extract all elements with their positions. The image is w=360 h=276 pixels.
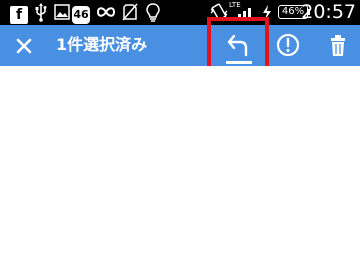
status-bar: f 46 LTE 46% 20:57: [0, 0, 360, 25]
trash-icon: [331, 35, 345, 56]
report-button[interactable]: [268, 25, 308, 66]
selection-count-title: 1件選択済み: [56, 35, 148, 54]
vibrate-icon: [210, 3, 228, 21]
bulb-icon: [146, 3, 160, 22]
action-bar: 1件選択済み: [0, 25, 360, 66]
content-area: [0, 66, 360, 276]
status-bar-right: LTE 46% 20:57: [210, 0, 360, 25]
reply-button[interactable]: [219, 25, 259, 66]
no-sim-icon: [122, 3, 138, 21]
reply-icon: [227, 34, 248, 57]
delete-button[interactable]: [318, 25, 358, 66]
charging-icon: [263, 5, 271, 20]
signal-icon: [233, 8, 251, 21]
notification-count-badge: 46: [72, 6, 90, 24]
image-icon: [54, 4, 70, 20]
screen: f 46 LTE 46% 20:57 1件選択済み: [0, 0, 360, 276]
alert-icon: [276, 33, 300, 57]
reply-focus-indicator: [226, 61, 252, 64]
close-icon: [16, 38, 32, 54]
close-button[interactable]: [4, 25, 44, 66]
infinity-icon: [96, 7, 116, 17]
usb-icon: [35, 3, 47, 22]
status-time: 20:57: [301, 1, 356, 23]
facebook-icon: f: [10, 6, 28, 24]
